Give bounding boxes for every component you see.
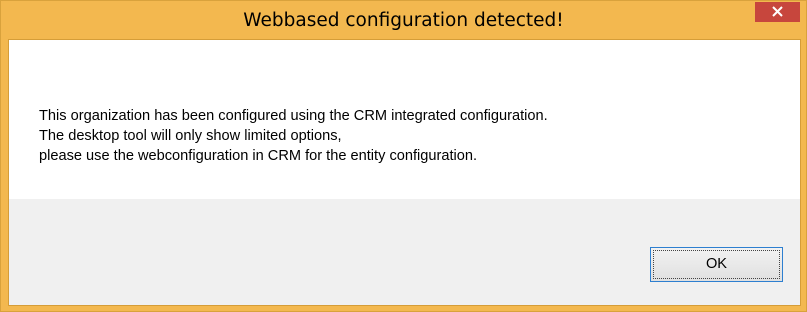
title-bar[interactable]: Webbased configuration detected!	[1, 1, 806, 39]
ok-button[interactable]: OK	[650, 247, 783, 282]
dialog-body: This organization has been configured us…	[8, 39, 801, 306]
dialog-title: Webbased configuration detected!	[243, 10, 564, 31]
message-line: The desktop tool will only show limited …	[39, 128, 342, 144]
message-text: This organization has been configured us…	[39, 106, 548, 166]
close-button[interactable]	[755, 2, 800, 22]
dialog-window: Webbased configuration detected! This or…	[0, 0, 807, 312]
close-icon	[772, 6, 783, 17]
button-area: OK	[9, 199, 800, 305]
message-line: This organization has been configured us…	[39, 108, 548, 124]
ok-button-label: OK	[705, 256, 728, 272]
message-line: please use the webconfiguration in CRM f…	[39, 148, 478, 164]
